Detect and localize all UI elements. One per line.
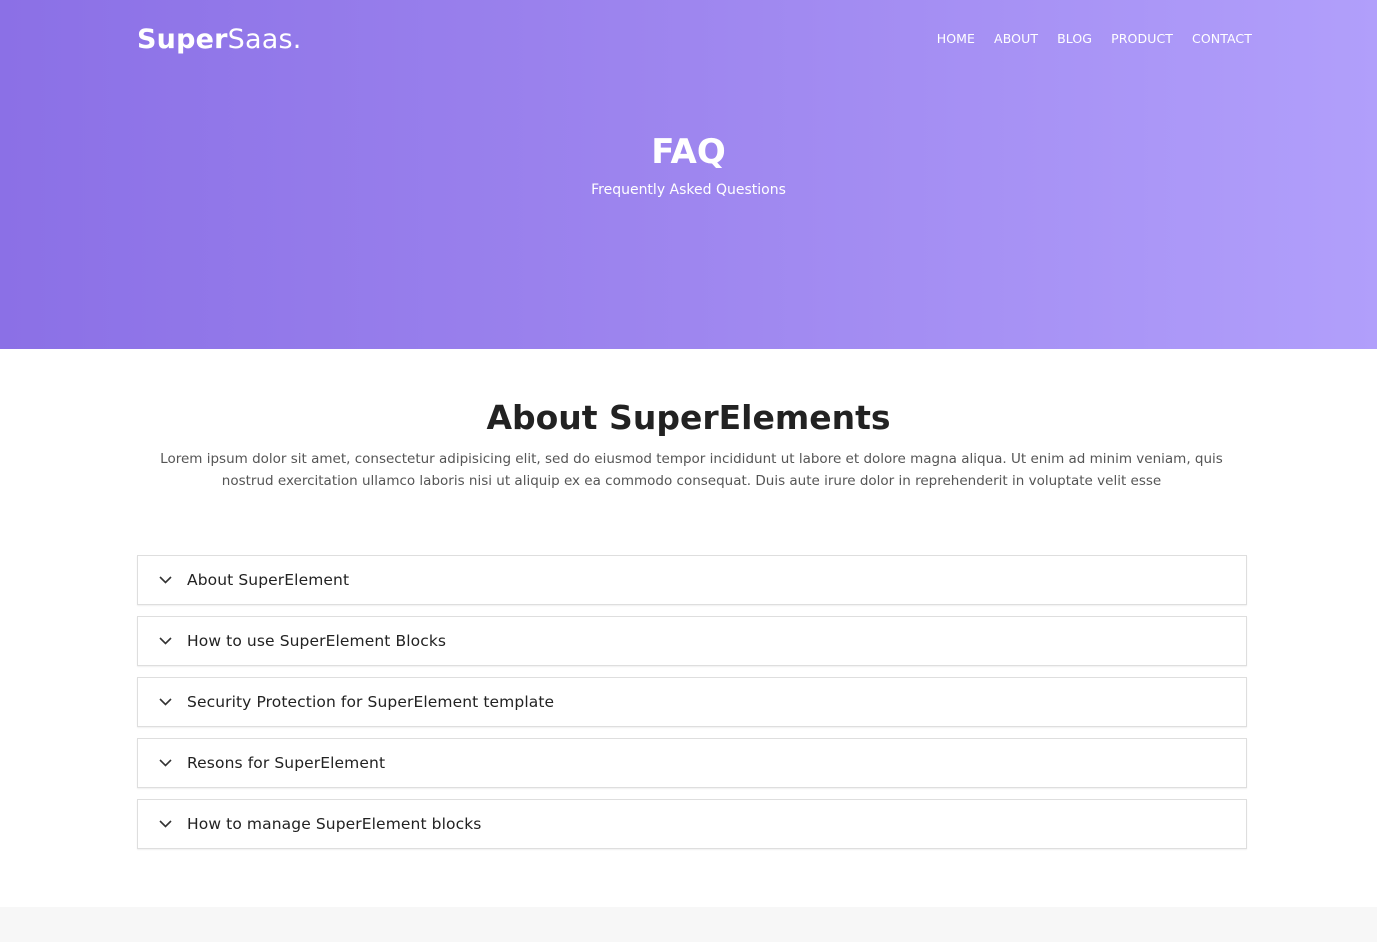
chevron-down-icon xyxy=(158,573,173,588)
chevron-down-icon xyxy=(158,695,173,710)
nav-contact-link[interactable]: CONTACT xyxy=(1192,31,1252,46)
nav-blog-link[interactable]: BLOG xyxy=(1057,31,1092,46)
faq-item-label: How to manage SuperElement blocks xyxy=(187,815,482,833)
faq-item-label: Resons for SuperElement xyxy=(187,754,386,772)
faq-item-reasons[interactable]: Resons for SuperElement xyxy=(137,738,1247,788)
nav-about-link[interactable]: ABOUT xyxy=(994,31,1038,46)
chevron-down-icon xyxy=(158,756,173,771)
main-nav: HOME ABOUT BLOG PRODUCT CONTACT xyxy=(937,31,1252,46)
section-description: Lorem ipsum dolor sit amet, consectetur … xyxy=(160,451,1223,489)
faq-item-about[interactable]: About SuperElement xyxy=(137,555,1247,605)
hero-header: SuperSaas. HOME ABOUT BLOG PRODUCT CONTA… xyxy=(0,0,1377,349)
faq-item-label: How to use SuperElement Blocks xyxy=(187,632,447,650)
faq-item-security[interactable]: Security Protection for SuperElement tem… xyxy=(137,677,1247,727)
logo-light-text: Saas. xyxy=(227,24,302,55)
faq-item-manage[interactable]: How to manage SuperElement blocks xyxy=(137,799,1247,849)
logo-bold-text: Super xyxy=(137,24,228,55)
chevron-down-icon xyxy=(158,817,173,832)
logo[interactable]: SuperSaas. xyxy=(137,24,302,55)
hero-subtitle: Frequently Asked Questions xyxy=(591,182,786,198)
faq-item-how-to-use[interactable]: How to use SuperElement Blocks xyxy=(137,616,1247,666)
hero-title: FAQ xyxy=(651,132,726,172)
nav-product-link[interactable]: PRODUCT xyxy=(1111,31,1173,46)
nav-home-link[interactable]: HOME xyxy=(937,31,975,46)
section-title: About SuperElements xyxy=(486,398,891,437)
chevron-down-icon xyxy=(158,634,173,649)
footer-strip xyxy=(0,907,1377,942)
faq-item-label: Security Protection for SuperElement tem… xyxy=(187,693,555,711)
faq-item-label: About SuperElement xyxy=(187,571,350,589)
faq-accordion: About SuperElement How to use SuperEleme… xyxy=(137,555,1247,860)
